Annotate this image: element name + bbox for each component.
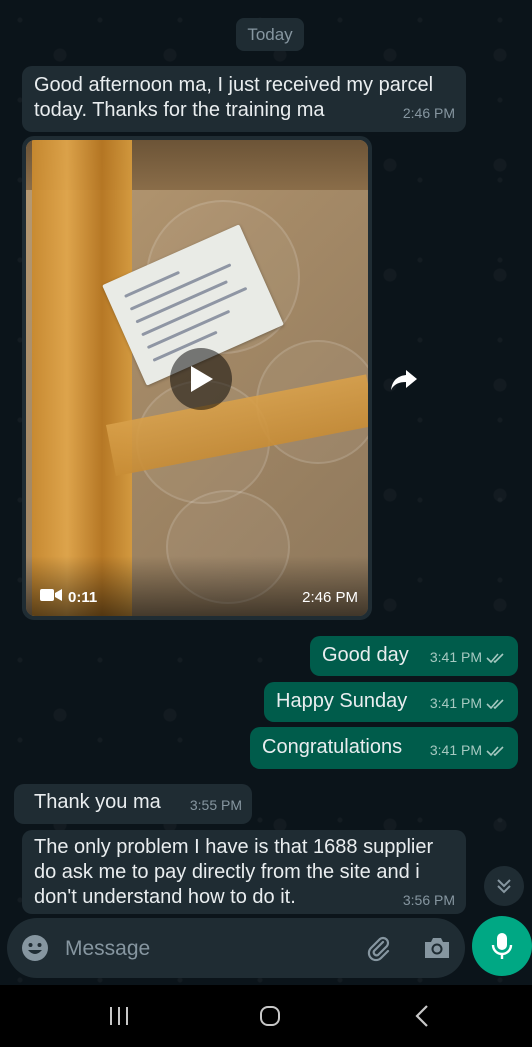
message-time: 3:55 PM <box>189 797 242 813</box>
incoming-message[interactable]: Good afternoon ma, I just received my pa… <box>22 66 466 132</box>
microphone-icon <box>491 933 513 959</box>
message-time: 3:41 PM <box>429 695 482 711</box>
recent-apps-icon[interactable] <box>104 1001 134 1031</box>
play-icon[interactable] <box>170 348 232 410</box>
incoming-message[interactable]: Thank you ma 3:55 PM <box>14 784 252 824</box>
message-time: 2:46 PM <box>302 589 358 606</box>
emoji-icon[interactable] <box>21 934 49 962</box>
double-check-icon <box>486 698 504 709</box>
video-message[interactable]: 0:11 2:46 PM <box>22 136 372 620</box>
message-text: Good day <box>322 644 409 666</box>
message-text: Good afternoon ma, I just received my pa… <box>34 74 434 121</box>
outgoing-message[interactable]: Congratulations 3:41 PM <box>250 727 518 769</box>
message-status: 3:41 PM <box>430 645 506 670</box>
incoming-message[interactable]: The only problem I have is that 1688 sup… <box>22 830 466 914</box>
message-text: Happy Sunday <box>276 690 408 712</box>
message-time: 2:46 PM <box>402 105 455 121</box>
message-status: 3:41 PM <box>430 738 506 763</box>
home-icon[interactable] <box>255 1001 285 1031</box>
message-text: Thank you ma <box>34 791 161 813</box>
message-input[interactable] <box>63 928 347 970</box>
message-status: 3:41 PM <box>430 691 506 716</box>
message-text: Congratulations <box>262 736 403 758</box>
microphone-button[interactable] <box>472 916 532 976</box>
video-duration: 0:11 <box>40 588 97 606</box>
message-time: 3:41 PM <box>429 649 482 665</box>
video-thumbnail[interactable]: 0:11 2:46 PM <box>26 140 368 616</box>
scroll-to-bottom-button[interactable] <box>484 866 524 906</box>
message-composer <box>7 918 465 978</box>
forward-icon[interactable] <box>386 362 422 398</box>
date-divider: Today <box>236 18 304 51</box>
system-navigation-bar <box>0 985 532 1047</box>
outgoing-message[interactable]: Good day 3:41 PM <box>310 636 518 676</box>
message-time: 3:41 PM <box>429 742 482 758</box>
paperclip-icon[interactable] <box>363 933 393 963</box>
double-check-icon <box>486 652 504 663</box>
chevron-double-down-icon <box>497 879 511 894</box>
camera-icon[interactable] <box>422 933 452 963</box>
message-text: The only problem I have is that 1688 sup… <box>34 836 434 908</box>
video-camera-icon <box>40 588 62 606</box>
back-icon[interactable] <box>407 1001 437 1031</box>
outgoing-message[interactable]: Happy Sunday 3:41 PM <box>264 682 518 722</box>
message-time: 3:56 PM <box>402 892 455 908</box>
double-check-icon <box>486 745 504 756</box>
